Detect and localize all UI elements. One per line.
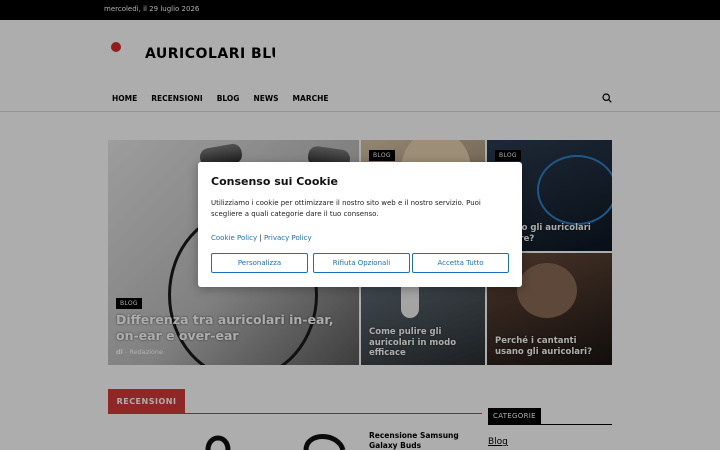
reject-optional-button[interactable]: Rifiuta Opzionali bbox=[313, 253, 410, 273]
link-separator: | bbox=[259, 234, 262, 242]
cookie-policy-link[interactable]: Cookie Policy bbox=[211, 234, 257, 242]
dialog-body: Utilizziamo i cookie per ottimizzare il … bbox=[211, 199, 481, 219]
dialog-title: Consenso sui Cookie bbox=[211, 175, 338, 188]
cookie-consent-dialog: Consenso sui Cookie Utilizziamo i cookie… bbox=[198, 162, 522, 287]
customize-button[interactable]: Personalizza bbox=[211, 253, 308, 273]
privacy-policy-link[interactable]: Privacy Policy bbox=[264, 234, 312, 242]
policy-links: Cookie Policy | Privacy Policy bbox=[211, 234, 312, 242]
accept-all-button[interactable]: Accetta Tutto bbox=[412, 253, 509, 273]
